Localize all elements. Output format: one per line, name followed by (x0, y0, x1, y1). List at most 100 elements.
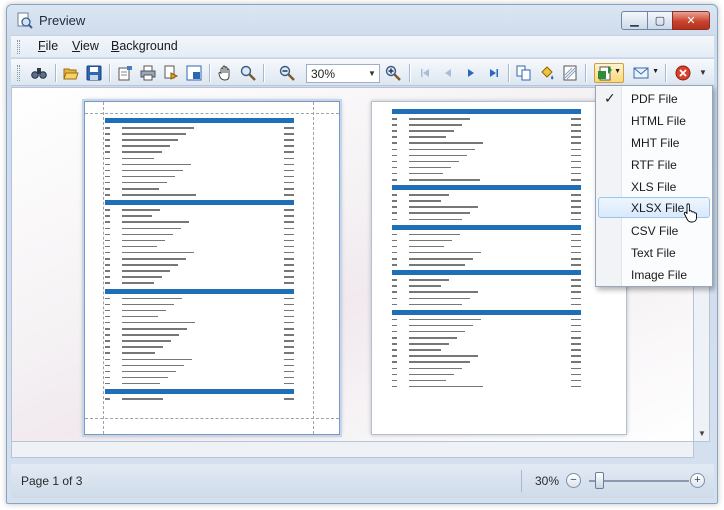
report-row (105, 274, 294, 280)
watermark-button[interactable] (560, 63, 580, 83)
preview-app-icon (17, 12, 33, 29)
zoom-in-button[interactable] (383, 63, 403, 83)
mouse-cursor-icon (683, 203, 697, 223)
print-button[interactable] (138, 63, 158, 83)
menu-view[interactable]: View (72, 39, 99, 53)
export-dropdown-menu: ✓ PDF File HTML File MHT File RTF File X… (595, 85, 713, 287)
report-row (105, 363, 294, 369)
export-text-item[interactable]: Text File (598, 242, 710, 263)
title-bar[interactable]: Preview ▁ ▢ ✕ (7, 5, 717, 35)
report-row (392, 244, 581, 250)
toolbar-overflow-icon[interactable]: ▼ (699, 68, 707, 77)
report-row (105, 332, 294, 338)
export-mht-item[interactable]: MHT File (598, 132, 710, 153)
export-html-item[interactable]: HTML File (598, 110, 710, 131)
toolbar-separator (55, 64, 56, 82)
report-row (105, 149, 294, 155)
export-button[interactable]: ▼ (594, 63, 624, 83)
report-row (392, 359, 581, 365)
save-icon (86, 65, 102, 81)
report-row (392, 177, 581, 183)
report-row (392, 341, 581, 347)
report-row (392, 262, 581, 268)
save-button[interactable] (84, 63, 104, 83)
report-row (392, 250, 581, 256)
menu-background[interactable]: Background (111, 39, 178, 53)
quick-print-icon (164, 65, 179, 80)
previous-page-button[interactable] (438, 63, 458, 83)
quick-print-button[interactable] (161, 63, 181, 83)
page-setup-button[interactable] (184, 63, 204, 83)
horizontal-scrollbar[interactable] (11, 442, 694, 458)
close-preview-icon (675, 65, 691, 81)
toolbar-separator (409, 64, 410, 82)
scroll-down-icon[interactable]: ▼ (694, 425, 710, 441)
document-view[interactable] (11, 87, 694, 442)
report-row (392, 217, 581, 223)
document-page-1[interactable] (84, 101, 340, 435)
report-row (105, 186, 294, 192)
export-csv-item[interactable]: CSV File (598, 220, 710, 241)
report-row (105, 213, 294, 219)
watermark-icon (563, 65, 577, 81)
export-rtf-item[interactable]: RTF File (598, 154, 710, 175)
fill-background-button[interactable] (537, 63, 557, 83)
minimize-button[interactable]: ▁ (621, 11, 648, 30)
toolbar-grip[interactable] (17, 65, 20, 81)
report-row (105, 137, 294, 143)
zoom-in-status-button[interactable]: + (690, 473, 705, 488)
last-page-button[interactable] (484, 63, 504, 83)
report-row (392, 153, 581, 159)
report-category-header (392, 109, 581, 114)
print-setup-icon (118, 66, 132, 81)
toolbar-separator (585, 64, 586, 82)
close-button[interactable]: ✕ (672, 11, 710, 30)
report-row (392, 204, 581, 210)
report-row (105, 296, 294, 302)
check-icon: ✓ (604, 90, 616, 106)
report-row (392, 159, 581, 165)
export-xls-item[interactable]: XLS File (598, 176, 710, 197)
first-page-icon (421, 69, 429, 77)
zoom-out-status-button[interactable]: − (566, 473, 581, 488)
send-email-button[interactable]: ▼ (629, 63, 661, 83)
next-page-button[interactable] (461, 63, 481, 83)
close-icon: ✕ (686, 15, 696, 27)
page-indicator: Page 1 of 3 (21, 474, 83, 488)
report-row (105, 381, 294, 387)
open-icon (63, 68, 79, 80)
find-button[interactable] (29, 63, 49, 83)
hand-tool-button[interactable] (215, 63, 235, 83)
maximize-button[interactable]: ▢ (647, 11, 673, 30)
chevron-down-icon[interactable]: ▼ (365, 65, 379, 82)
zoom-indicator: 30% (535, 474, 560, 488)
report-row (392, 210, 581, 216)
menu-file[interactable]: File (38, 39, 58, 53)
zoom-slider-thumb[interactable] (595, 472, 604, 489)
zoom-slider-track[interactable] (589, 480, 689, 482)
report-row (392, 165, 581, 171)
toolbar-separator (109, 64, 110, 82)
status-separator (521, 470, 522, 492)
menu-grip[interactable] (17, 40, 20, 54)
zoom-combo[interactable]: 30% ▼ (306, 64, 380, 83)
document-page-2[interactable] (371, 101, 627, 435)
export-pdf-item[interactable]: ✓ PDF File (598, 88, 710, 109)
print-setup-button[interactable] (115, 63, 135, 83)
report-category-header (392, 185, 581, 191)
previous-page-icon (445, 69, 451, 77)
magnifier-icon (240, 65, 256, 81)
magnifier-button[interactable] (238, 63, 258, 83)
report-row (105, 125, 294, 131)
report-row (105, 369, 294, 375)
open-button[interactable] (61, 63, 81, 83)
chevron-down-icon: ▼ (652, 68, 659, 75)
first-page-button[interactable] (415, 63, 435, 83)
zoom-out-button[interactable] (277, 63, 297, 83)
minus-icon: − (570, 474, 577, 486)
multiple-pages-button[interactable] (514, 63, 534, 83)
close-preview-button[interactable] (673, 63, 693, 83)
export-icon (598, 66, 612, 81)
export-image-item[interactable]: Image File (598, 264, 710, 285)
report-row (105, 192, 294, 198)
